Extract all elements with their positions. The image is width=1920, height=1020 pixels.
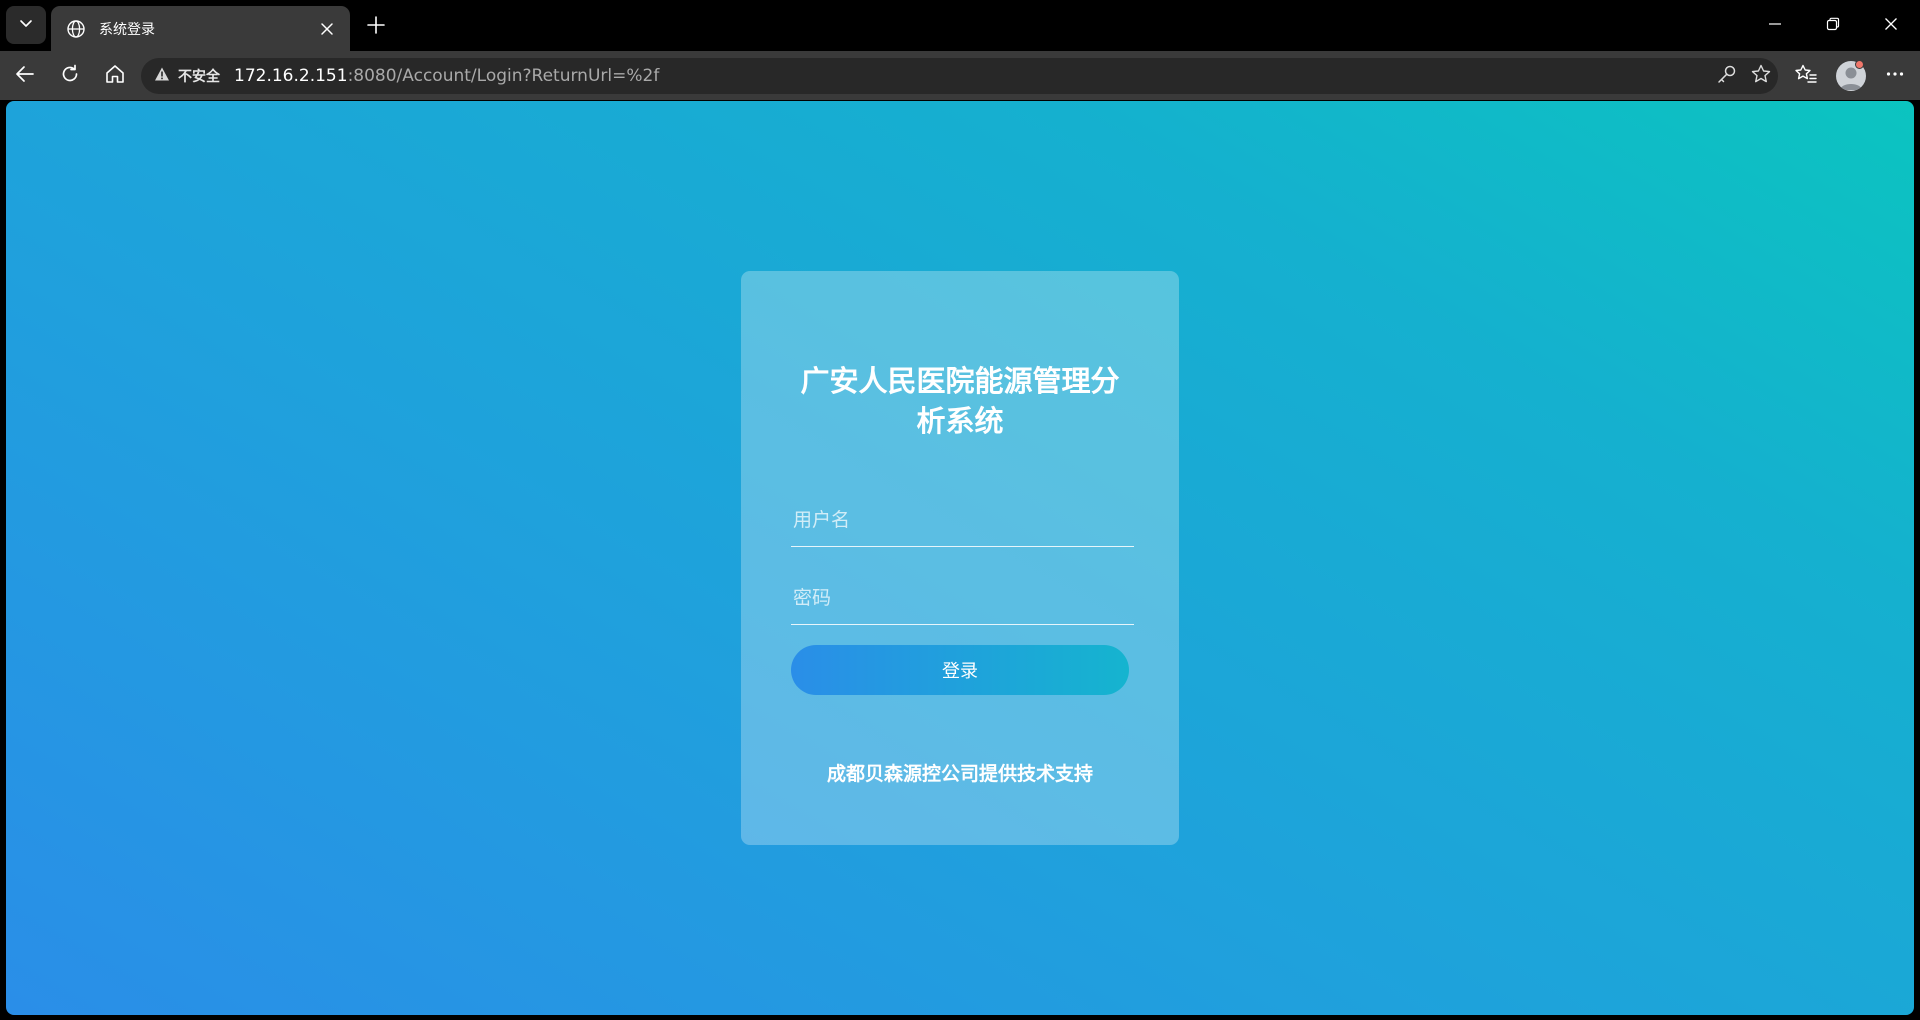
reload-button[interactable] bbox=[53, 59, 87, 93]
plus-icon bbox=[366, 15, 386, 39]
browser-titlebar: 系统登录 bbox=[0, 0, 1920, 51]
more-icon bbox=[1884, 63, 1906, 89]
close-icon bbox=[1884, 16, 1898, 35]
more-button[interactable] bbox=[1878, 59, 1912, 93]
url-path: :8080/Account/Login?ReturnUrl=%2f bbox=[347, 66, 660, 86]
favorites-icon bbox=[1794, 63, 1818, 89]
tab-title: 系统登录 bbox=[99, 21, 155, 38]
security-label: 不安全 bbox=[178, 69, 220, 85]
profile-notification-badge bbox=[1855, 60, 1864, 69]
close-icon[interactable] bbox=[316, 18, 338, 40]
restore-button[interactable] bbox=[1810, 10, 1856, 40]
login-card: 广安人民医院能源管理分析系统 登录 成都贝森源控公司提供技术支持 bbox=[741, 271, 1179, 845]
page-title: 广安人民医院能源管理分析系统 bbox=[800, 364, 1120, 438]
browser-toolbar: 不安全 172.16.2.151:8080/Account/Login?Retu… bbox=[0, 51, 1920, 100]
warning-icon bbox=[154, 66, 170, 86]
username-field-wrapper bbox=[791, 493, 1134, 547]
restore-icon bbox=[1826, 16, 1840, 35]
home-button[interactable] bbox=[98, 59, 132, 93]
url-host: 172.16.2.151 bbox=[234, 66, 348, 86]
password-field-wrapper bbox=[791, 571, 1134, 625]
star-icon bbox=[1750, 63, 1772, 89]
support-footer: 成都贝森源控公司提供技术支持 bbox=[826, 763, 1093, 785]
minimize-icon bbox=[1768, 16, 1782, 35]
url-text[interactable]: 172.16.2.151:8080/Account/Login?ReturnUr… bbox=[234, 66, 659, 86]
globe-icon bbox=[65, 18, 87, 40]
password-manager-button[interactable] bbox=[1712, 61, 1742, 91]
favorites-button[interactable] bbox=[1789, 59, 1823, 93]
home-icon bbox=[104, 63, 126, 89]
address-bar[interactable]: 不安全 172.16.2.151:8080/Account/Login?Retu… bbox=[141, 58, 1778, 94]
page-viewport: 广安人民医院能源管理分析系统 登录 成都贝森源控公司提供技术支持 bbox=[6, 101, 1914, 1015]
site-info-button[interactable]: 不安全 bbox=[154, 66, 220, 86]
username-input[interactable] bbox=[791, 493, 1134, 546]
tab-login[interactable]: 系统登录 bbox=[51, 6, 350, 51]
password-input[interactable] bbox=[791, 571, 1134, 624]
chevron-down-icon bbox=[18, 15, 34, 35]
favorite-button[interactable] bbox=[1746, 61, 1776, 91]
minimize-button[interactable] bbox=[1752, 10, 1798, 40]
reload-icon bbox=[59, 63, 81, 89]
window-close-button[interactable] bbox=[1868, 10, 1914, 40]
back-button[interactable] bbox=[8, 59, 42, 93]
tab-menu-button[interactable] bbox=[6, 6, 46, 44]
arrow-left-icon bbox=[14, 63, 36, 89]
login-button[interactable]: 登录 bbox=[791, 645, 1129, 695]
new-tab-button[interactable] bbox=[361, 12, 391, 42]
key-icon bbox=[1716, 63, 1738, 89]
